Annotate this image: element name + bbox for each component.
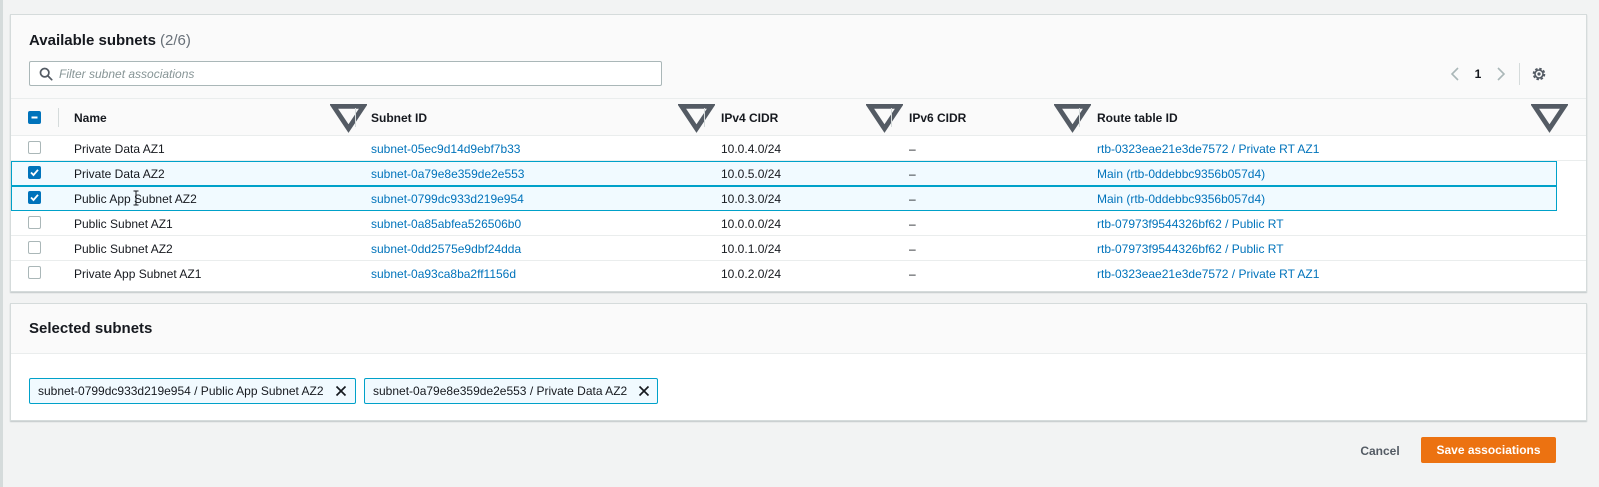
- column-separator: [1079, 108, 1080, 127]
- row-subnet-id-link[interactable]: subnet-05ec9d14d9ebf7b33: [371, 136, 520, 161]
- sort-caret-icon[interactable]: [678, 99, 715, 136]
- column-header-ipv4-label: IPv4 CIDR: [721, 110, 779, 125]
- row-subnet-id-link[interactable]: subnet-0a85abfea526506b0: [371, 211, 521, 236]
- row-route-table-link[interactable]: rtb-0323eae21e3de7572 / Private RT AZ1: [1097, 136, 1319, 161]
- table-row[interactable]: Private Data AZ1 subnet-05ec9d14d9ebf7b3…: [11, 136, 1586, 161]
- page-number[interactable]: 1: [1463, 67, 1493, 81]
- column-separator: [704, 108, 705, 127]
- row-checkbox[interactable]: [28, 241, 41, 254]
- chevron-right-icon[interactable]: [1493, 66, 1509, 82]
- row-route-table-link[interactable]: rtb-0323eae21e3de7572 / Private RT AZ1: [1097, 261, 1319, 286]
- token-label: subnet-0799dc933d219e954 / Public App Su…: [38, 384, 324, 398]
- column-header-subnet-id[interactable]: Subnet ID: [371, 99, 427, 136]
- row-route-table-link[interactable]: Main (rtb-0ddebbc9356b057d4): [1097, 186, 1265, 211]
- row-ipv4: 10.0.3.0/24: [721, 191, 782, 206]
- row-ipv6: –: [909, 266, 916, 281]
- token-label: subnet-0a79e8e359de2e553 / Private Data …: [373, 384, 628, 398]
- available-subnets-title-text: Available subnets: [29, 32, 156, 49]
- row-subnet-id-link[interactable]: subnet-0a93ca8ba2ff1156d: [371, 261, 516, 286]
- row-ipv4: 10.0.1.0/24: [721, 241, 782, 256]
- close-icon[interactable]: [637, 384, 651, 398]
- row-name: Public Subnet AZ1: [74, 216, 173, 231]
- row-ipv6: –: [909, 191, 916, 206]
- table-row[interactable]: Private Data AZ2 subnet-0a79e8e359de2e55…: [11, 161, 1557, 186]
- row-subnet-id-link[interactable]: subnet-0dd2575e9dbf24dda: [371, 236, 521, 261]
- close-icon[interactable]: [334, 384, 348, 398]
- selected-subnets-title: Selected subnets: [29, 320, 153, 337]
- table-header: Name Subnet ID IPv4 CIDR IPv6 CIDR Route…: [11, 99, 1586, 136]
- row-ipv6: –: [909, 141, 916, 156]
- row-ipv4: 10.0.2.0/24: [721, 266, 782, 281]
- column-header-ipv6[interactable]: IPv6 CIDR: [909, 99, 966, 136]
- table-row[interactable]: Public Subnet AZ1 subnet-0a85abfea526506…: [11, 211, 1586, 236]
- row-name: Private Data AZ2: [74, 166, 165, 181]
- row-route-table-link[interactable]: rtb-07973f9544326bf62 / Public RT: [1097, 236, 1284, 261]
- column-header-ipv6-label: IPv6 CIDR: [909, 110, 967, 125]
- selected-subnet-token: subnet-0799dc933d219e954 / Public App Su…: [29, 378, 356, 404]
- text-cursor-icon: [133, 190, 139, 206]
- sort-caret-icon[interactable]: [1531, 99, 1568, 136]
- row-ipv4: 10.0.5.0/24: [721, 166, 782, 181]
- column-separator: [355, 108, 356, 127]
- row-subnet-id-link[interactable]: subnet-0799dc933d219e954: [371, 186, 524, 211]
- row-checkbox[interactable]: [28, 191, 41, 204]
- table-row[interactable]: Public Subnet AZ2 subnet-0dd2575e9dbf24d…: [11, 236, 1586, 261]
- selected-subnet-token: subnet-0a79e8e359de2e553 / Private Data …: [364, 378, 658, 404]
- sort-caret-icon[interactable]: [330, 99, 367, 136]
- available-subnets-header: [11, 15, 1586, 99]
- select-all-checkbox[interactable]: [28, 111, 41, 124]
- sort-caret-icon[interactable]: [866, 99, 903, 136]
- search-icon: [39, 67, 53, 81]
- column-separator: [58, 108, 59, 127]
- row-name: Private Data AZ1: [74, 141, 165, 156]
- column-header-route-table[interactable]: Route table ID: [1097, 99, 1178, 136]
- column-header-ipv4[interactable]: IPv4 CIDR: [721, 99, 778, 136]
- row-ipv4: 10.0.4.0/24: [721, 141, 782, 156]
- selected-subnets-header: [11, 304, 1586, 354]
- row-ipv6: –: [909, 216, 916, 231]
- row-checkbox[interactable]: [28, 166, 41, 179]
- column-separator: [891, 108, 892, 127]
- row-name: Public Subnet AZ2: [74, 241, 173, 256]
- column-header-subnet-id-label: Subnet ID: [371, 110, 427, 125]
- save-associations-button[interactable]: Save associations: [1421, 437, 1556, 463]
- row-ipv4: 10.0.0.0/24: [721, 216, 782, 231]
- row-route-table-link[interactable]: Main (rtb-0ddebbc9356b057d4): [1097, 161, 1265, 186]
- available-subnets-title: Available subnets (2/6): [29, 32, 191, 49]
- row-checkbox[interactable]: [28, 141, 41, 154]
- sort-caret-icon[interactable]: [1054, 99, 1091, 136]
- table-row[interactable]: Private App Subnet AZ1 subnet-0a93ca8ba2…: [11, 261, 1586, 286]
- table-row[interactable]: Public App Subnet AZ2 subnet-0799dc933d2…: [11, 186, 1557, 211]
- pager-divider: [1519, 63, 1520, 85]
- chevron-left-icon[interactable]: [1447, 66, 1463, 82]
- available-subnets-count: (2/6): [160, 32, 191, 49]
- column-header-name-label: Name: [74, 110, 107, 125]
- pagination: 1: [1447, 65, 1509, 83]
- column-header-name[interactable]: Name: [74, 99, 107, 136]
- available-subnets-panel: Available subnets(2/6) 1 Name: [10, 14, 1587, 292]
- row-name: Private App Subnet AZ1: [74, 266, 202, 281]
- selected-subnets-panel: Selected subnets subnet-0799dc933d219e95…: [10, 303, 1587, 421]
- column-header-route-table-label: Route table ID: [1097, 110, 1178, 125]
- gear-icon[interactable]: [1530, 65, 1548, 83]
- row-ipv6: –: [909, 166, 916, 181]
- left-edge: [0, 0, 3, 487]
- filter-subnet-box[interactable]: [29, 61, 662, 86]
- row-checkbox[interactable]: [28, 266, 41, 279]
- top-strip: [0, 0, 1599, 5]
- row-subnet-id-link[interactable]: subnet-0a79e8e359de2e553: [371, 161, 524, 186]
- cancel-button[interactable]: Cancel: [1345, 439, 1415, 463]
- row-ipv6: –: [909, 241, 916, 256]
- row-checkbox[interactable]: [28, 216, 41, 229]
- row-route-table-link[interactable]: rtb-07973f9544326bf62 / Public RT: [1097, 211, 1284, 236]
- filter-subnet-input[interactable]: [59, 64, 649, 83]
